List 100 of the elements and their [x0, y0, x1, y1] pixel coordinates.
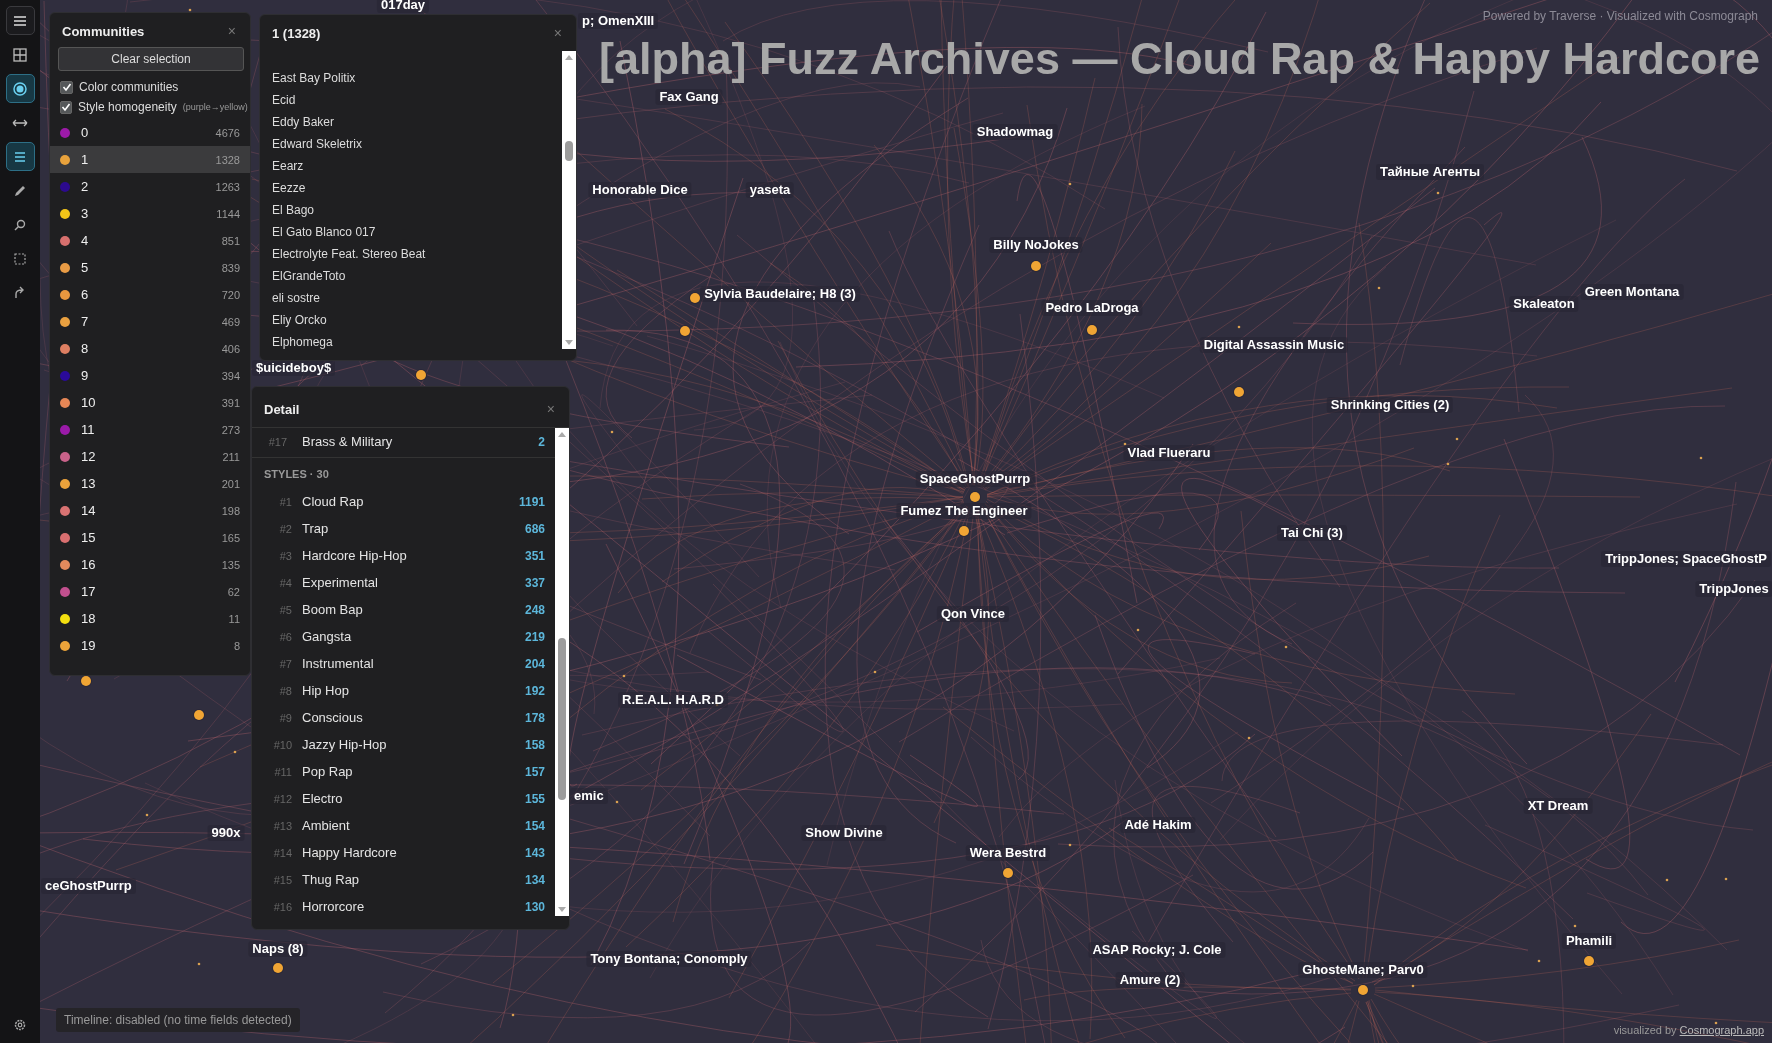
node-label[interactable]: Тайные Агенты	[1376, 164, 1484, 180]
node-label[interactable]: Qon Vince	[936, 606, 1010, 622]
scrollbar[interactable]	[562, 51, 576, 349]
node-dot[interactable]	[959, 526, 969, 536]
node-label[interactable]: Show Divine	[801, 825, 887, 841]
scrollbar-thumb[interactable]	[565, 141, 573, 161]
node-label[interactable]: Digital Assassin Music	[1199, 337, 1349, 353]
community-item[interactable]: 9 394	[50, 362, 250, 389]
community-item[interactable]: 6 720	[50, 281, 250, 308]
node-label[interactable]: Skaleaton	[1509, 296, 1579, 312]
node-label[interactable]: Naps (8)	[248, 941, 308, 957]
style-count: 143	[524, 845, 545, 860]
close-button[interactable]: ×	[551, 25, 564, 41]
close-button[interactable]: ×	[225, 23, 238, 39]
node-label[interactable]: Tony Bontana; Conomply	[586, 951, 752, 967]
node-dot[interactable]	[416, 370, 426, 380]
node-label[interactable]: Honorable Dice	[588, 182, 692, 198]
community-item[interactable]: 13 201	[50, 470, 250, 497]
community-item[interactable]: 5 839	[50, 254, 250, 281]
community-item[interactable]: 10 391	[50, 389, 250, 416]
node-label[interactable]: emic	[570, 788, 608, 804]
checkbox[interactable]	[60, 100, 72, 114]
community-item[interactable]: 11 273	[50, 416, 250, 443]
node-label[interactable]: Shrinking Cities (2)	[1326, 397, 1454, 413]
checkbox[interactable]	[60, 80, 73, 94]
community-item[interactable]: 4 851	[50, 227, 250, 254]
community-item[interactable]: 18 11	[50, 605, 250, 632]
node-label[interactable]: p; OmenXIII	[578, 13, 659, 29]
node-label[interactable]: Amure (2)	[1115, 972, 1185, 988]
community-item[interactable]: 15 165	[50, 524, 250, 551]
artist-item[interactable]: East Bay Politix	[272, 67, 550, 89]
node-dot[interactable]	[690, 293, 700, 303]
node-label[interactable]: Tai Chi (3)	[1277, 525, 1347, 541]
community-item[interactable]: 2 1263	[50, 173, 250, 200]
community-item[interactable]: 14 198	[50, 497, 250, 524]
community-item[interactable]: 7 469	[50, 308, 250, 335]
scrollbar-thumb[interactable]	[558, 638, 566, 800]
list-button[interactable]	[5, 142, 35, 171]
node-label[interactable]: ceGhostPurrp	[41, 878, 136, 894]
footer-link[interactable]: Cosmograph.app	[1679, 1024, 1764, 1036]
community-item[interactable]: 1 1328	[50, 146, 250, 173]
clear-selection-button[interactable]: Clear selection	[58, 47, 244, 71]
node-dot[interactable]	[1003, 868, 1013, 878]
artist-item[interactable]: Elphomega	[272, 331, 550, 353]
close-button[interactable]: ×	[544, 401, 557, 417]
node-label[interactable]: XT Dream	[1523, 798, 1593, 814]
artist-item[interactable]: Eearz	[272, 155, 550, 177]
scrollbar[interactable]	[555, 428, 569, 916]
community-item[interactable]: 19 8	[50, 632, 250, 659]
rank-number: #15	[272, 873, 292, 886]
scroll-up-icon	[565, 54, 573, 60]
artist-item[interactable]: Ecid	[272, 89, 550, 111]
node-label[interactable]: GhosteMane; Parv0	[1298, 962, 1428, 978]
node-label[interactable]: TrippJones; SpaceGhostP	[1601, 551, 1771, 567]
node-dot[interactable]	[1358, 985, 1368, 995]
node-label[interactable]: Fax Gang	[655, 89, 723, 105]
node-label[interactable]: 017day	[376, 0, 430, 13]
node-dot[interactable]	[1031, 261, 1041, 271]
node-label[interactable]: Phamili	[1561, 933, 1617, 949]
node-label[interactable]: TrippJones	[1695, 581, 1772, 597]
node-label[interactable]: SpaceGhostPurrp	[915, 471, 1035, 487]
community-item[interactable]: 0 4676	[50, 119, 250, 146]
node-label[interactable]: Pedro LaDroga	[1041, 300, 1143, 316]
artist-item[interactable]: Edward Skeletrix	[272, 133, 550, 155]
node-dot[interactable]	[81, 676, 91, 686]
node-label[interactable]: Shadowmag	[972, 124, 1058, 140]
rank-number: #3	[278, 549, 292, 562]
artist-item[interactable]: Electrolyte Feat. Stereo Beat	[272, 243, 550, 265]
artist-item[interactable]: Eliy Orcko	[272, 309, 550, 331]
target-button[interactable]	[5, 74, 35, 103]
artist-item[interactable]: ElGrandeToto	[272, 265, 550, 287]
artist-item[interactable]: Eezze	[272, 177, 550, 199]
artist-item[interactable]: El Gato Blanco 017	[272, 221, 550, 243]
node-label[interactable]: Sylvia Baudelaire; H8 (3)	[700, 286, 860, 302]
community-item[interactable]: 12 211	[50, 443, 250, 470]
node-label[interactable]: Adé Hakim	[1120, 817, 1196, 833]
node-label[interactable]: ASAP Rocky; J. Cole	[1088, 942, 1226, 958]
node-label[interactable]: R.E.A.L. H.A.R.D	[618, 692, 728, 708]
community-item[interactable]: 8 406	[50, 335, 250, 362]
node-dot[interactable]	[1584, 956, 1594, 966]
community-item[interactable]: 3 1144	[50, 200, 250, 227]
community-item[interactable]: 16 135	[50, 551, 250, 578]
node-dot[interactable]	[273, 963, 283, 973]
node-label[interactable]: 990x	[207, 825, 245, 841]
node-label[interactable]: Wera Bestrd	[965, 845, 1051, 861]
node-label[interactable]: yaseta	[745, 182, 795, 198]
artist-item[interactable]: eli sostre	[272, 287, 550, 309]
node-label[interactable]: Vlad Flueraru	[1123, 445, 1215, 461]
node-label[interactable]: Green Montana	[1580, 284, 1684, 300]
node-dot[interactable]	[680, 326, 690, 336]
node-dot[interactable]	[194, 710, 204, 720]
node-label[interactable]: Fumez The Engineer	[896, 503, 1032, 519]
node-dot[interactable]	[1234, 387, 1244, 397]
artist-item[interactable]: El Bago	[272, 199, 550, 221]
node-dot[interactable]	[1087, 325, 1097, 335]
artist-item[interactable]: Eddy Baker	[272, 111, 550, 133]
node-dot[interactable]	[970, 492, 980, 502]
menu-button[interactable]	[5, 6, 35, 35]
community-item[interactable]: 17 62	[50, 578, 250, 605]
node-label[interactable]: Billy NoJokes	[989, 237, 1083, 253]
